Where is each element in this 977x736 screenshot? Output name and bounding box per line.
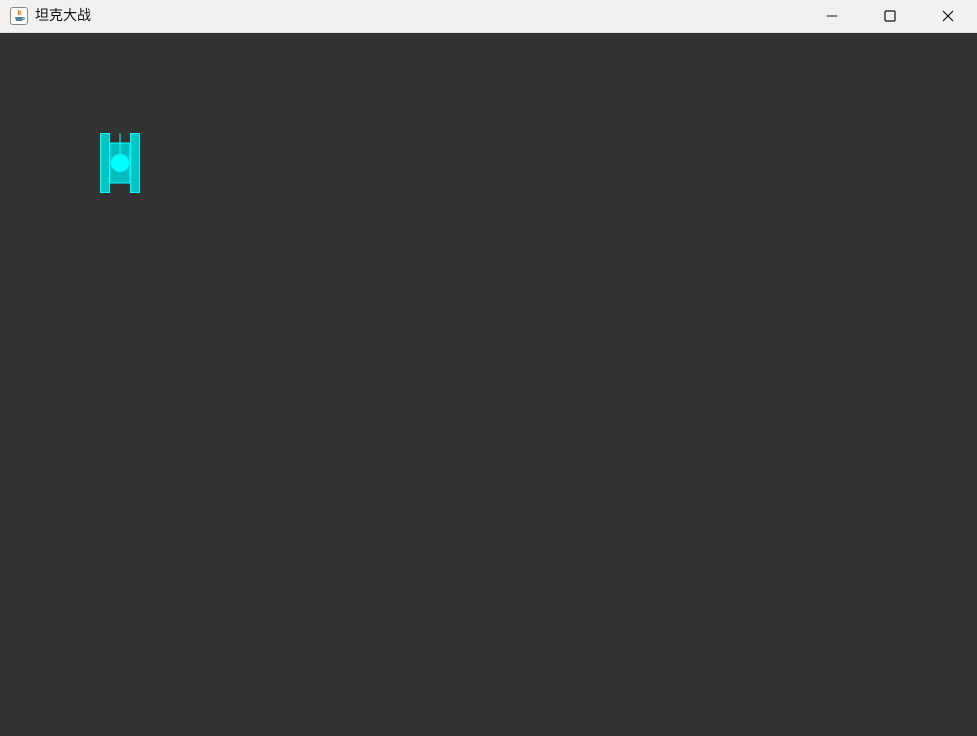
- game-window: 坦克大战: [0, 0, 977, 736]
- java-app-icon: [10, 7, 28, 25]
- minimize-icon: [827, 15, 837, 17]
- title-bar[interactable]: 坦克大战: [0, 0, 977, 33]
- close-button[interactable]: [919, 0, 977, 32]
- tank-left-track: [100, 133, 110, 193]
- player-tank: [100, 133, 140, 193]
- tank-right-track: [130, 133, 140, 193]
- minimize-button[interactable]: [803, 0, 861, 32]
- game-canvas[interactable]: [0, 33, 977, 736]
- window-controls: [803, 0, 977, 32]
- close-icon: [942, 10, 954, 22]
- maximize-button[interactable]: [861, 0, 919, 32]
- maximize-icon: [884, 10, 896, 22]
- window-title: 坦克大战: [35, 8, 91, 24]
